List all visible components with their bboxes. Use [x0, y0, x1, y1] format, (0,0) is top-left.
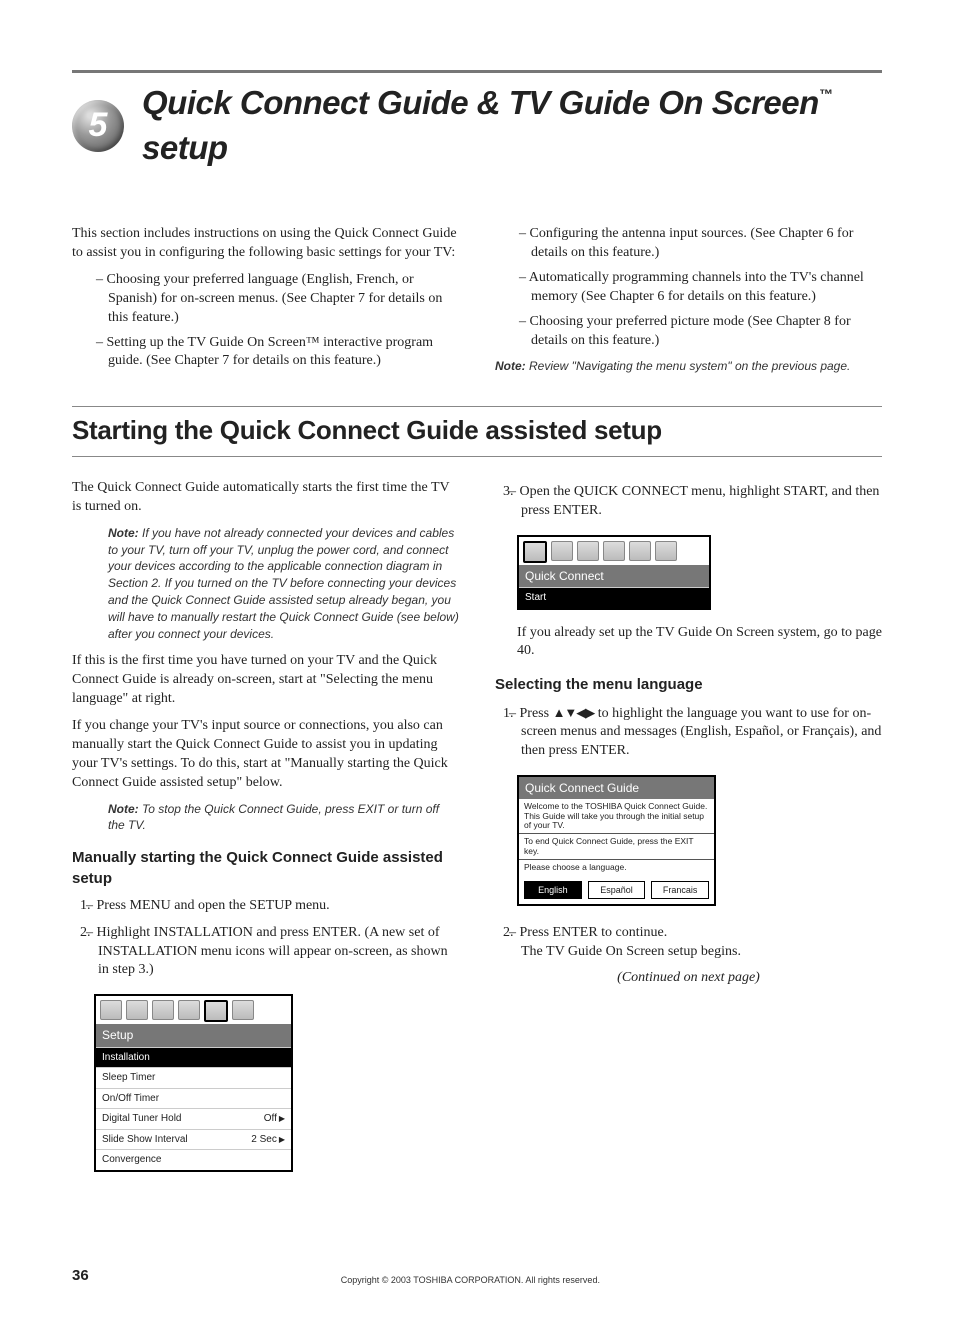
note-text: Review "Navigating the menu system" on t…: [526, 359, 851, 373]
menu-item: Digital Tuner Hold Off: [96, 1108, 291, 1129]
page-number: 36: [72, 1266, 89, 1286]
menu-title: Quick Connect: [519, 565, 709, 587]
language-steps: Press ▲▼◀▶ to highlight the language you…: [495, 704, 882, 762]
menu-item-installation: Installation: [96, 1047, 291, 1068]
lang-espanol-button: Español: [588, 881, 646, 899]
menu-icon: [629, 541, 651, 561]
menu-icon-row: [519, 537, 709, 565]
note-block: Note: To stop the Quick Connect Guide, p…: [108, 801, 459, 835]
intro-bullet: Setting up the TV Guide On Screen™ inter…: [108, 334, 459, 372]
step: Highlight INSTALLATION and press ENTER. …: [94, 924, 459, 981]
subheading-manual-start: Manually starting the Quick Connect Guid…: [72, 848, 459, 889]
menu-list: Start: [519, 587, 709, 608]
step-text: Press ENTER to continue.: [520, 925, 668, 940]
chapter-header: 5 Quick Connect Guide & TV Guide On Scre…: [72, 81, 882, 170]
exit-text: To end Quick Connect Guide, press the EX…: [519, 834, 714, 860]
intro-bullet: Choosing your preferred picture mode (Se…: [531, 313, 882, 351]
value-arrow: Off: [264, 1112, 285, 1126]
language-buttons: English Español Francais: [519, 876, 714, 904]
subheading-language: Selecting the menu language: [495, 675, 882, 695]
note-text: To stop the Quick Connect Guide, press E…: [108, 802, 439, 833]
menu-icon: [178, 1000, 200, 1020]
arrow-keys-icon: ▲▼◀▶: [553, 705, 595, 720]
chapter-number-badge: 5: [72, 100, 124, 152]
menu-icon-selected: [523, 541, 547, 563]
menu-icon: [152, 1000, 174, 1020]
page-footer: 36 Copyright © 2003 TOSHIBA CORPORATION.…: [72, 1266, 882, 1286]
note-label: Note:: [495, 359, 526, 373]
quick-connect-screenshot: Quick Connect Start: [517, 535, 711, 610]
top-rule: [72, 70, 882, 73]
menu-item: Slide Show Interval 2 Sec: [96, 1129, 291, 1150]
body-columns: The Quick Connect Guide automatically st…: [72, 479, 882, 1185]
body-p2: If this is the first time you have turne…: [72, 652, 459, 709]
intro-lead: This section includes instructions on us…: [72, 225, 459, 263]
manual-steps: Press MENU and open the SETUP menu. High…: [72, 897, 459, 981]
value-arrow: 2 Sec: [251, 1133, 285, 1147]
intro-bullet: Choosing your preferred language (Englis…: [108, 271, 459, 328]
menu-item: Sleep Timer: [96, 1067, 291, 1088]
menu-icon: [577, 541, 599, 561]
chapter-title: Quick Connect Guide & TV Guide On Screen…: [142, 81, 882, 170]
panel-title: Quick Connect Guide: [519, 777, 714, 799]
menu-icon-selected: [204, 1000, 228, 1022]
quick-connect-guide-screenshot: Quick Connect Guide Welcome to the TOSHI…: [517, 775, 716, 905]
copyright: Copyright © 2003 TOSHIBA CORPORATION. Al…: [89, 1274, 852, 1286]
lang-english-button: English: [524, 881, 582, 899]
step: Open the QUICK CONNECT menu, highlight S…: [517, 483, 882, 521]
step-text: The TV Guide On Screen setup begins.: [521, 944, 741, 959]
menu-icon: [100, 1000, 122, 1020]
choose-text: Please choose a language.: [519, 860, 714, 875]
note-block: Note: If you have not already connected …: [108, 525, 459, 643]
body-p3: If you change your TV's input source or …: [72, 717, 459, 793]
menu-icon: [655, 541, 677, 561]
menu-title: Setup: [96, 1024, 291, 1046]
intro-columns: This section includes instructions on us…: [72, 225, 882, 380]
continued-note: (Continued on next page): [495, 969, 882, 988]
tm-mark: ™: [819, 86, 833, 102]
intro-note: Note: Review "Navigating the menu system…: [495, 358, 882, 374]
step: Press ▲▼◀▶ to highlight the language you…: [517, 704, 882, 762]
step: Press ENTER to continue. The TV Guide On…: [517, 924, 882, 962]
note-text: If you have not already connected your d…: [108, 526, 459, 641]
step: Press MENU and open the SETUP menu.: [94, 897, 459, 916]
after-step3: If you already set up the TV Guide On Sc…: [517, 624, 882, 662]
setup-menu-screenshot: Setup Installation Sleep Timer On/Off Ti…: [94, 994, 293, 1171]
menu-icon: [232, 1000, 254, 1020]
note-label: Note:: [108, 802, 139, 816]
chapter-title-post: setup: [142, 129, 228, 166]
menu-icon: [126, 1000, 148, 1020]
language-steps-cont: Press ENTER to continue. The TV Guide On…: [495, 924, 882, 962]
intro-bullet: Automatically programming channels into …: [531, 269, 882, 307]
welcome-text: Welcome to the TOSHIBA Quick Connect Gui…: [519, 799, 714, 834]
lang-francais-button: Francais: [651, 881, 709, 899]
manual-steps-cont: Open the QUICK CONNECT menu, highlight S…: [495, 483, 882, 521]
body-p1: The Quick Connect Guide automatically st…: [72, 479, 459, 517]
menu-list: Installation Sleep Timer On/Off Timer Di…: [96, 1047, 291, 1170]
intro-bullet: Configuring the antenna input sources. (…: [531, 225, 882, 263]
menu-icon-row: [96, 996, 291, 1024]
menu-icon: [551, 541, 573, 561]
menu-item: Convergence: [96, 1149, 291, 1170]
step-text-pre: Press: [520, 706, 553, 721]
note-label: Note:: [108, 526, 139, 540]
menu-item: On/Off Timer: [96, 1088, 291, 1109]
menu-item-start: Start: [519, 587, 709, 608]
menu-icon: [603, 541, 625, 561]
section-heading: Starting the Quick Connect Guide assiste…: [72, 406, 882, 457]
chapter-title-pre: Quick Connect Guide & TV Guide On Screen: [142, 84, 819, 121]
